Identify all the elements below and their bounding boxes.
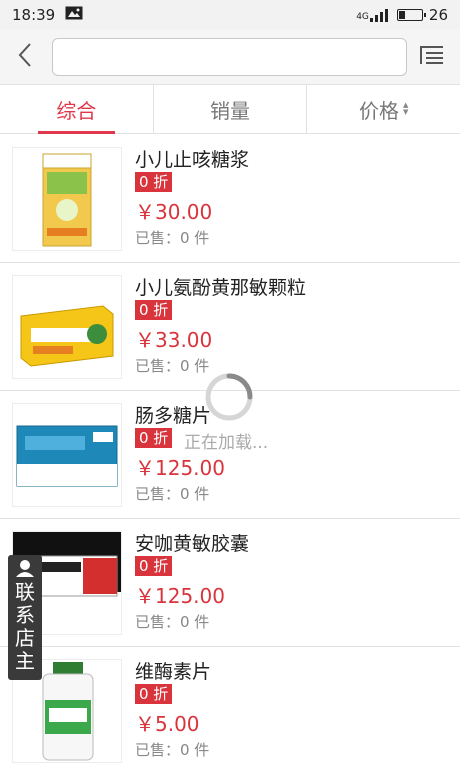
discount-badge: 0 折	[135, 300, 173, 320]
product-name: 小儿止咳糖浆	[135, 149, 250, 171]
product-image	[12, 275, 122, 379]
product-price: ￥30.00	[135, 200, 213, 224]
tab-price[interactable]: 价格 ▲ ▼	[306, 85, 460, 133]
battery-icon	[396, 9, 426, 21]
search-input[interactable]	[52, 38, 407, 76]
tab-label: 综合	[56, 98, 97, 123]
loading-indicator: 正在加载...	[180, 368, 280, 458]
product-price: ￥33.00	[135, 328, 213, 352]
contact-char: 主	[15, 649, 35, 673]
sold-count: 已售：0 件	[135, 485, 210, 503]
product-name: 安咖黄敏胶囊	[135, 533, 250, 555]
contact-label: 联 系 店 主	[15, 581, 35, 673]
product-item[interactable]: 小儿止咳糖浆 0 折 ￥30.00 已售：0 件	[0, 135, 460, 263]
tab-comprehensive[interactable]: 综合	[0, 85, 153, 134]
contact-seller-button[interactable]: 联 系 店 主	[8, 555, 42, 680]
sort-arrows-icon: ▲ ▼	[402, 101, 409, 116]
user-icon	[14, 559, 36, 581]
menu-button[interactable]	[407, 30, 457, 84]
discount-badge: 0 折	[135, 556, 173, 576]
tab-sales[interactable]: 销量	[152, 85, 307, 133]
discount-badge: 0 折	[135, 428, 173, 448]
product-name: 小儿氨酚黄那敏颗粒	[135, 277, 307, 299]
signal-icon: 4G	[356, 8, 391, 22]
product-price: ￥125.00	[135, 584, 225, 608]
product-item[interactable]: 维酶素片 0 折 ￥5.00 已售：0 件	[0, 647, 460, 767]
battery-percent: 26	[428, 6, 448, 24]
back-arrow-icon	[17, 42, 33, 72]
status-time: 18:39	[12, 6, 56, 24]
product-name: 维酶素片	[135, 661, 212, 683]
header	[0, 30, 460, 84]
loading-text: 正在加载...	[184, 433, 269, 453]
spinner-icon	[203, 371, 255, 423]
tab-label: 销量	[210, 98, 250, 123]
sold-count: 已售：0 件	[135, 741, 210, 759]
sold-count: 已售：0 件	[135, 613, 210, 631]
contact-char: 店	[15, 626, 35, 650]
product-image	[12, 403, 122, 507]
product-price: ￥5.00	[135, 712, 200, 736]
list-menu-icon	[419, 44, 445, 70]
network-label: 4G	[356, 12, 369, 22]
discount-badge: 0 折	[135, 684, 173, 704]
product-image	[12, 147, 122, 251]
sold-count: 已售：0 件	[135, 229, 210, 247]
back-button[interactable]	[0, 30, 50, 84]
product-item[interactable]: 安咖黄敏胶囊 0 折 ￥125.00 已售：0 件	[0, 519, 460, 647]
sort-tabs: 综合 销量 价格 ▲ ▼	[0, 84, 460, 134]
status-bar: 18:39 4G 26	[0, 0, 460, 30]
image-icon	[65, 6, 83, 24]
tab-label: 价格	[358, 98, 399, 123]
discount-badge: 0 折	[135, 172, 173, 192]
contact-char: 系	[15, 603, 35, 627]
contact-char: 联	[15, 580, 35, 604]
